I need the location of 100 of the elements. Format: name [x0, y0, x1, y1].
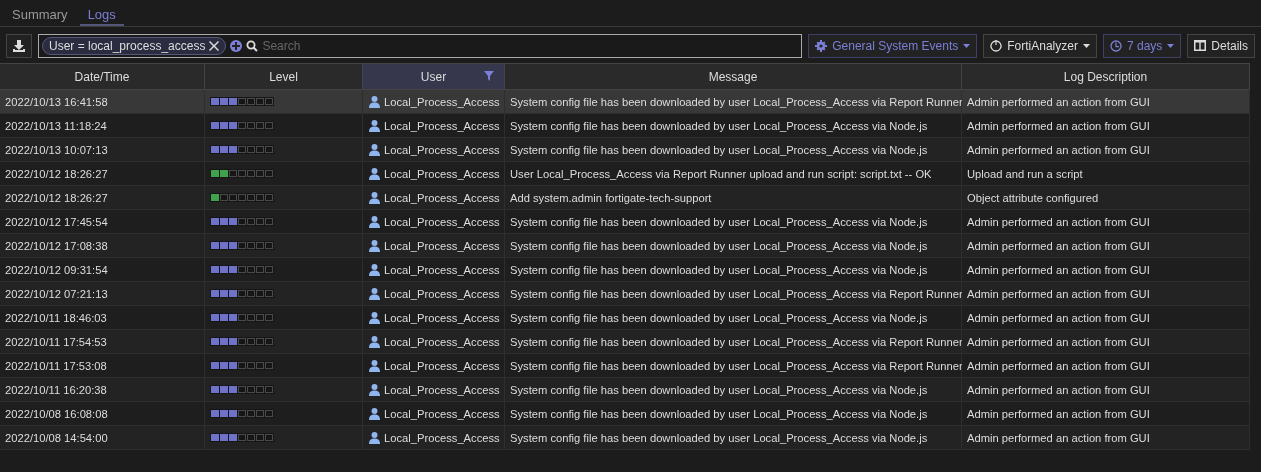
- caret-icon: [1167, 43, 1175, 48]
- table-cell: System config file has been downloaded by user Local_Process_Access via Node.js: [505, 402, 962, 426]
- table-cell: Admin performed an action from GUI: [962, 258, 1250, 282]
- user-name: Local_Process_Access: [384, 167, 500, 180]
- table-cell: Admin performed an action from GUI: [962, 210, 1250, 234]
- table-cell: 2022/10/11 18:46:03: [0, 306, 205, 330]
- clock-icon: [1109, 39, 1122, 52]
- user-icon: [369, 239, 380, 252]
- search-icon: [246, 39, 259, 52]
- table-cell: System config file has been downloaded by user Local_Process_Access via Node.js: [505, 426, 962, 450]
- user-name: Local_Process_Access: [384, 191, 500, 204]
- user-name: Local_Process_Access: [384, 359, 500, 372]
- filter-chip[interactable]: User = local_process_access: [42, 36, 227, 55]
- user-icon: [369, 311, 380, 324]
- table-cell: 2022/10/13 16:41:58: [0, 90, 205, 114]
- filter-dropdown[interactable]: FortiAnalyzer: [983, 33, 1097, 58]
- tab[interactable]: Logs: [79, 0, 124, 26]
- user-name: Local_Process_Access: [384, 239, 500, 252]
- table-cell: 2022/10/13 11:18:24: [0, 114, 205, 138]
- table-cell: 2022/10/12 09:31:54: [0, 258, 205, 282]
- user-name: Local_Process_Access: [384, 95, 500, 108]
- user-icon: [369, 119, 380, 132]
- user-name: Local_Process_Access: [384, 119, 500, 132]
- table-cell: System config file has been downloaded by user Local_Process_Access via Report Runner: [505, 282, 962, 306]
- table-cell: System config file has been downloaded by user Local_Process_Access via Report Runner: [505, 90, 962, 114]
- table-cell: Admin performed an action from GUI: [962, 138, 1250, 162]
- column-header[interactable]: Log Description: [962, 63, 1250, 90]
- table-cell: Admin performed an action from GUI: [962, 426, 1250, 450]
- add-icon: [230, 39, 243, 52]
- filter-icon: [484, 71, 494, 81]
- user-icon: [369, 431, 380, 444]
- user-name: Local_Process_Access: [384, 335, 500, 348]
- table-cell: Admin performed an action from GUI: [962, 282, 1250, 306]
- user-icon: [369, 95, 380, 108]
- table-cell: 2022/10/12 07:21:13: [0, 282, 205, 306]
- table-cell: Object attribute configured: [962, 186, 1250, 210]
- user-name: Local_Process_Access: [384, 215, 500, 228]
- table-cell: System config file has been downloaded by user Local_Process_Access via Node.js: [505, 114, 962, 138]
- filter-dropdown[interactable]: General System Events: [808, 33, 978, 58]
- column-header[interactable]: User: [363, 63, 505, 90]
- table-cell: System config file has been downloaded by user Local_Process_Access via Node.js: [505, 234, 962, 258]
- column-header[interactable]: Date/Time: [0, 63, 205, 90]
- user-icon: [369, 143, 380, 156]
- table-cell: Admin performed an action from GUI: [962, 330, 1250, 354]
- close-icon: [209, 40, 220, 51]
- table-cell: 2022/10/11 17:53:08: [0, 354, 205, 378]
- table-cell: System config file has been downloaded by user Local_Process_Access via Report Runner: [505, 354, 962, 378]
- table-cell: User Local_Process_Access via Report Runner upload and run script: script.txt -- OK: [505, 162, 962, 186]
- column-header[interactable]: Level: [205, 63, 363, 90]
- table-cell: 2022/10/12 17:08:38: [0, 234, 205, 258]
- power-icon: [990, 39, 1003, 52]
- table-cell: 2022/10/08 16:08:08: [0, 402, 205, 426]
- table-cell: Admin performed an action from GUI: [962, 114, 1250, 138]
- user-icon: [369, 383, 380, 396]
- table-cell: 2022/10/11 16:20:38: [0, 378, 205, 402]
- table-cell: System config file has been downloaded by user Local_Process_Access via Report Runner: [505, 330, 962, 354]
- table-cell: Admin performed an action from GUI: [962, 354, 1250, 378]
- user-icon: [369, 215, 380, 228]
- table-cell: System config file has been downloaded by user Local_Process_Access via Node.js: [505, 138, 962, 162]
- user-name: Local_Process_Access: [384, 263, 500, 276]
- table-cell: 2022/10/12 18:26:27: [0, 186, 205, 210]
- download-button[interactable]: [6, 33, 32, 58]
- caret-icon: [963, 43, 971, 48]
- table-cell: System config file has been downloaded by user Local_Process_Access via Node.js: [505, 210, 962, 234]
- user-icon: [369, 407, 380, 420]
- table-cell: Admin performed an action from GUI: [962, 234, 1250, 258]
- user-name: Local_Process_Access: [384, 287, 500, 300]
- table-cell: Upload and run a script: [962, 162, 1250, 186]
- table-cell: Admin performed an action from GUI: [962, 90, 1250, 114]
- user-name: Local_Process_Access: [384, 407, 500, 420]
- user-name: Local_Process_Access: [384, 143, 500, 156]
- table-cell: Admin performed an action from GUI: [962, 378, 1250, 402]
- table-cell: 2022/10/11 17:54:53: [0, 330, 205, 354]
- table-cell: Admin performed an action from GUI: [962, 306, 1250, 330]
- user-icon: [369, 287, 380, 300]
- details-button[interactable]: Details: [1187, 33, 1255, 58]
- table-cell: Add system.admin fortigate-tech-support: [505, 186, 962, 210]
- table-cell: 2022/10/12 17:45:54: [0, 210, 205, 234]
- user-icon: [369, 191, 380, 204]
- user-name: Local_Process_Access: [384, 383, 500, 396]
- table-cell: 2022/10/12 18:26:27: [0, 162, 205, 186]
- search-field[interactable]: User = local_process_access Search: [38, 33, 803, 58]
- user-icon: [369, 263, 380, 276]
- user-icon: [369, 167, 380, 180]
- table-cell: 2022/10/08 14:54:00: [0, 426, 205, 450]
- column-header[interactable]: Message: [505, 63, 962, 90]
- filter-dropdown[interactable]: 7 days: [1102, 33, 1182, 58]
- tab[interactable]: Summary: [4, 0, 76, 26]
- download-icon: [13, 39, 25, 52]
- user-icon: [369, 335, 380, 348]
- columns-icon: [1194, 40, 1207, 51]
- caret-icon: [1082, 43, 1090, 48]
- table-cell: System config file has been downloaded by user Local_Process_Access via Node.js: [505, 378, 962, 402]
- table-cell: Admin performed an action from GUI: [962, 402, 1250, 426]
- user-icon: [369, 359, 380, 372]
- table-cell: System config file has been downloaded by user Local_Process_Access via Node.js: [505, 306, 962, 330]
- gear-icon: [815, 39, 828, 52]
- table-cell: System config file has been downloaded by user Local_Process_Access via Node.js: [505, 258, 962, 282]
- user-name: Local_Process_Access: [384, 431, 500, 444]
- user-name: Local_Process_Access: [384, 311, 500, 324]
